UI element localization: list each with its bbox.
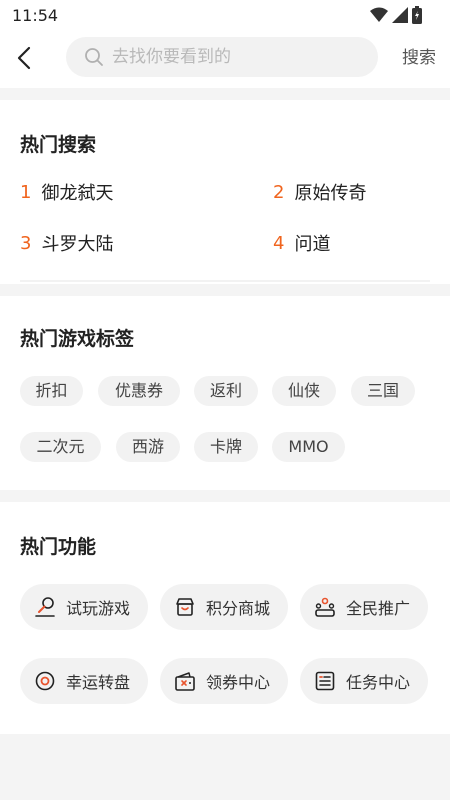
- hot-search-item[interactable]: 1 御龙弑天: [20, 179, 113, 205]
- hot-search-item[interactable]: 2 原始传奇: [273, 179, 366, 205]
- hot-search-rank: 3: [20, 232, 32, 254]
- status-time: 11:54: [12, 6, 59, 25]
- hot-search-item[interactable]: 4 问道: [273, 230, 330, 256]
- tag-chip[interactable]: 优惠券: [98, 376, 180, 406]
- coupon-icon: [175, 672, 195, 691]
- hot-tags-title: 热门游戏标签: [20, 328, 135, 350]
- function-label: 积分商城: [206, 599, 271, 618]
- tag-chip[interactable]: 折扣: [20, 376, 83, 406]
- function-promotion[interactable]: 全民推广: [300, 584, 428, 630]
- function-label: 任务中心: [346, 673, 411, 692]
- search-box[interactable]: [66, 37, 378, 77]
- function-coupon-center[interactable]: 领券中心: [160, 658, 288, 704]
- hot-search-item[interactable]: 3 斗罗大陆: [20, 230, 113, 256]
- hot-search-rank: 2: [273, 181, 285, 203]
- search-input[interactable]: [112, 47, 362, 67]
- lucky-wheel-icon: [35, 671, 55, 691]
- search-header: 搜索: [0, 30, 450, 88]
- shop-icon: [176, 598, 194, 616]
- hot-functions-title: 热门功能: [20, 536, 97, 558]
- hot-search-section: 热门搜索 1 御龙弑天 2 原始传奇 3 斗罗大陆 4 问道: [0, 100, 450, 284]
- hot-search-label: 御龙弑天: [41, 183, 114, 204]
- function-label: 领券中心: [206, 673, 271, 692]
- function-label: 幸运转盘: [66, 673, 131, 692]
- hot-search-rank: 4: [273, 232, 285, 254]
- promotion-icon: [315, 597, 335, 617]
- function-task-center[interactable]: 任务中心: [300, 658, 428, 704]
- tag-chip[interactable]: MMO: [272, 432, 345, 462]
- hot-functions-section: 热门功能 试玩游戏 积分商城 全民推广 幸运转盘 领券中心 任务中心: [0, 502, 450, 734]
- function-trial-game[interactable]: 试玩游戏: [20, 584, 148, 630]
- tag-chip[interactable]: 仙侠: [272, 376, 336, 406]
- hot-search-title: 热门搜索: [20, 134, 97, 156]
- function-label: 全民推广: [346, 599, 411, 618]
- function-points-shop[interactable]: 积分商城: [160, 584, 288, 630]
- function-lucky-wheel[interactable]: 幸运转盘: [20, 658, 148, 704]
- search-icon: [85, 48, 103, 66]
- task-icon: [315, 671, 335, 691]
- hot-search-label: 问道: [294, 234, 331, 255]
- hot-search-label: 原始传奇: [294, 183, 367, 204]
- tag-chip[interactable]: 西游: [116, 432, 180, 462]
- hot-tags-section: 热门游戏标签 折扣 优惠券 返利 仙侠 三国 二次元 西游 卡牌 MMO: [0, 296, 450, 490]
- tag-chip[interactable]: 返利: [194, 376, 258, 406]
- tag-chip[interactable]: 三国: [351, 376, 415, 406]
- function-label: 试玩游戏: [66, 599, 131, 618]
- status-icons: [370, 6, 422, 24]
- battery-icon: [412, 6, 422, 24]
- back-arrow-icon[interactable]: [12, 44, 40, 72]
- divider: [20, 280, 430, 282]
- wifi-icon: [370, 7, 388, 22]
- hot-search-label: 斗罗大陆: [41, 234, 114, 255]
- search-button[interactable]: 搜索: [402, 43, 436, 68]
- status-bar: 11:54: [0, 0, 450, 30]
- signal-icon: [392, 7, 408, 23]
- tag-chip[interactable]: 卡牌: [194, 432, 258, 462]
- hot-search-rank: 1: [20, 181, 32, 203]
- trial-game-icon: [35, 597, 55, 617]
- tag-chip[interactable]: 二次元: [20, 432, 101, 462]
